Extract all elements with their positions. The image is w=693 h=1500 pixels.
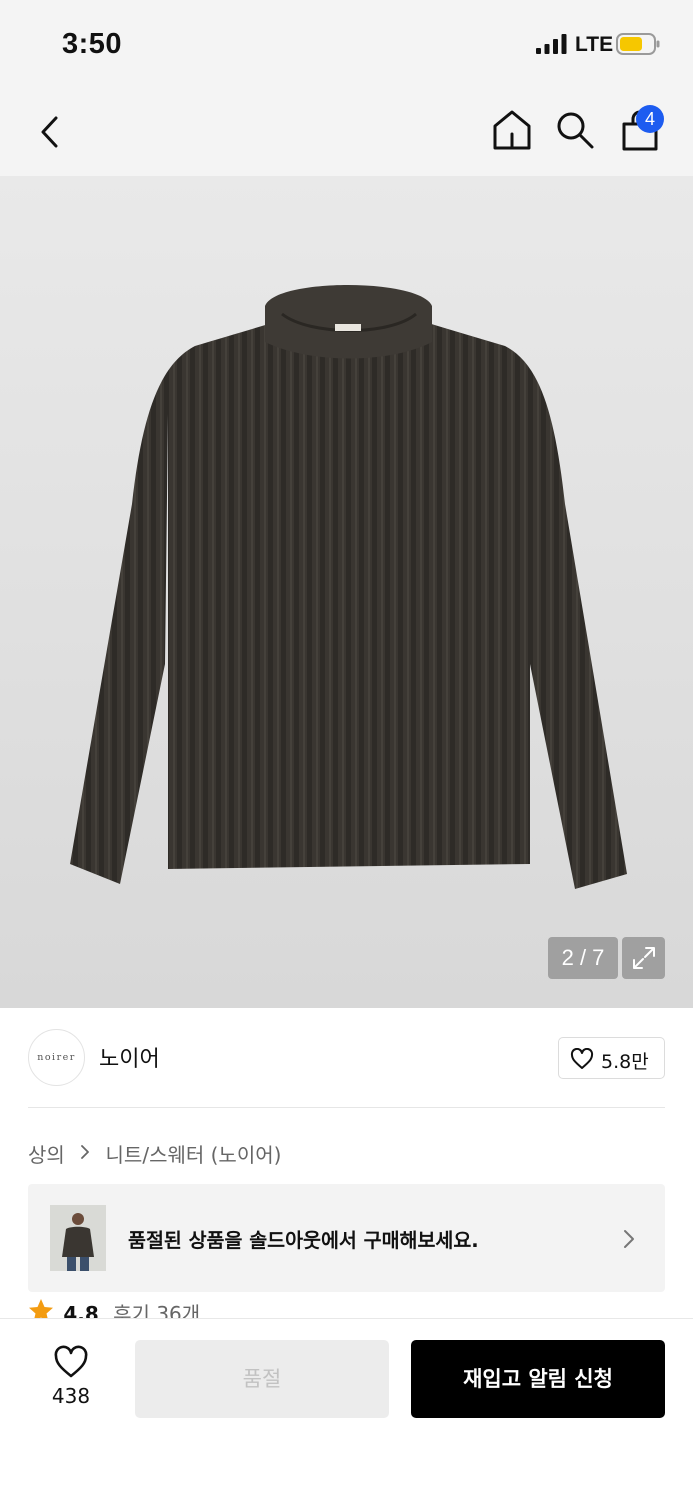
heart-icon [570,1048,594,1069]
search-icon[interactable] [555,110,595,150]
restock-alert-button[interactable]: 재입고 알림 신청 [411,1340,665,1418]
sweater-image [70,285,627,889]
battery-icon [616,33,660,55]
brand-like-button[interactable]: 5.8만 [558,1037,665,1079]
nav-bar [0,88,693,176]
expand-image-button[interactable] [622,937,665,979]
soldout-banner[interactable]: 품절된 상품을 솔드아웃에서 구매해보세요. [28,1184,665,1292]
network-label: LTE [575,33,614,56]
status-time: 3:50 [62,28,123,60]
divider [28,1107,665,1108]
banner-thumbnail [50,1205,106,1271]
chevron-right-icon [624,1230,634,1248]
heart-icon[interactable] [53,1345,89,1379]
wish-count: 438 [51,1384,91,1408]
home-icon[interactable] [491,108,533,152]
brand-row[interactable]: noirer 노이어 5.8만 [28,1029,665,1087]
image-counter: 2 / 7 [548,937,618,979]
cart-badge[interactable]: 4 [636,105,664,133]
soldout-button[interactable]: 품절 [135,1340,389,1418]
brand-like-count: 5.8만 [601,1051,649,1073]
status-bar: 3:50 LTE [0,0,693,88]
breadcrumb-subcategory[interactable]: 니트/스웨터 (노이어) [106,1139,282,1168]
chevron-right-icon [81,1145,90,1159]
brand-logo[interactable]: noirer [28,1029,85,1086]
back-icon[interactable] [34,112,66,152]
breadcrumb-category[interactable]: 상의 [28,1139,65,1168]
breadcrumb: 상의 니트/스웨터 (노이어) [28,1139,281,1167]
banner-text: 품절된 상품을 솔드아웃에서 구매해보세요. [128,1229,479,1252]
brand-name[interactable]: 노이어 [99,1041,160,1073]
signal-icon [536,34,567,54]
product-image-gallery[interactable] [0,176,693,1008]
expand-icon [633,947,655,969]
